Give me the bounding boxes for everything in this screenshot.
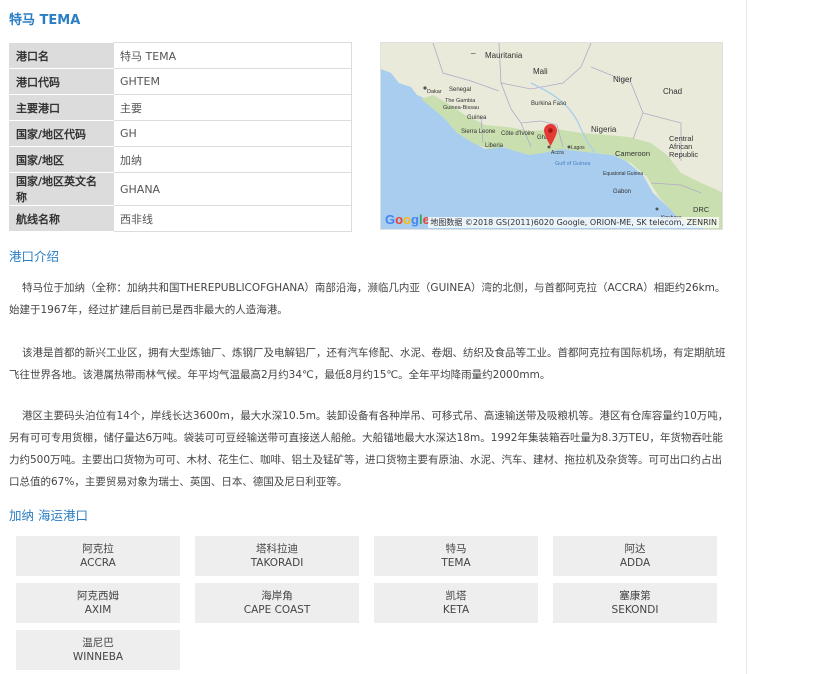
info-key: 国家/地区代码 [9, 120, 114, 147]
info-key: 航线名称 [9, 205, 114, 232]
port-name-cn: 海岸角 [261, 590, 293, 602]
map-label-sierra-leone: Sierra Leone [461, 129, 496, 135]
map-label-gabon: Gabon [613, 189, 632, 195]
info-value: GH [113, 120, 352, 147]
map-label-drc: DRC [693, 205, 710, 214]
map-label-gulf: Gulf of Guinea [555, 161, 591, 167]
map-credit: 地图数据 ©2018 GS(2011)6020 Google, ORION-ME… [428, 217, 719, 228]
map-label-cameroon: Cameroon [615, 149, 651, 158]
port-name-en: AXIM [84, 604, 112, 616]
map-label-car: Central African Republic [669, 134, 699, 159]
info-row: 国家/地区代码 GH [9, 120, 352, 147]
port-name-cn: 阿克西姆 [77, 590, 119, 602]
info-key: 国家/地区英文名称 [9, 172, 114, 206]
port-name-en: ACCRA [80, 557, 116, 569]
info-value: 加纳 [113, 146, 352, 173]
info-row: 港口代码 GHTEM [9, 68, 352, 95]
info-value: GHTEM [113, 68, 352, 95]
port-name-en: ADDA [619, 557, 651, 569]
port-name-en: KETA [442, 604, 470, 616]
port-name-cn: 塔科拉迪 [256, 543, 298, 555]
map-label-gambia: The Gambia [445, 98, 476, 104]
intro-section-title: 港口介绍 [9, 249, 60, 264]
google-logo-letter: o [403, 212, 412, 227]
ports-section-title: 加纳 海运港口 [9, 508, 88, 523]
port-name-en: TEMA [441, 557, 471, 569]
port-card[interactable]: 阿达 ADDA [553, 536, 717, 576]
port-card[interactable]: 阿克西姆 AXIM [16, 583, 180, 623]
map-label-mali: Mali [533, 67, 548, 76]
port-name-en: SEKONDI [611, 604, 659, 616]
map-label-dakar: Dakar [427, 89, 442, 95]
info-key: 港口名 [9, 42, 114, 69]
map-label-guinea: Guinea [467, 115, 487, 121]
map-label-lagos: Lagos [571, 145, 585, 151]
map-label-liberia: Liberia [485, 143, 504, 149]
port-card[interactable]: 特马 TEMA [374, 536, 538, 576]
info-value: 主要 [113, 94, 352, 121]
port-name-cn: 特马 [445, 543, 467, 555]
map-label-burkina: Burkina Faso [531, 101, 567, 107]
port-card[interactable]: 凯塔 KETA [374, 583, 538, 623]
port-name-cn: 温尼巴 [82, 637, 114, 649]
map-label-eq-guinea: Equatorial Guinea [603, 171, 644, 177]
info-key: 主要港口 [9, 94, 114, 121]
info-row: 国家/地区英文名称 GHANA [9, 172, 352, 206]
port-name-cn: 阿达 [624, 543, 646, 555]
svg-text:_: _ [470, 45, 476, 54]
info-row: 国家/地区 加纳 [9, 146, 352, 173]
port-name-en: WINNEBA [72, 651, 124, 663]
port-info-table: 港口名 特马 TEMA 港口代码 GHTEM 主要港口 主要 国家/地区代码 GH 国家/地区加… [9, 42, 352, 232]
intro-paragraph-1: 特马位于加纳（全称：加纳共和国THEREPUBLICOFGHANA）南部沿海，濒… [9, 282, 726, 316]
info-key: 港口代码 [9, 68, 114, 95]
map-label-niger: Niger [613, 75, 633, 84]
info-row: 港口名 特马 TEMA [9, 42, 352, 69]
info-row: 主要港口 主要 [9, 94, 352, 121]
port-name-cn: 塞康第 [619, 590, 651, 602]
port-card[interactable]: 塔科拉迪 TAKORADI [195, 536, 359, 576]
intro-paragraph-3: 港区主要码头泊位有14个，岸线长达3600m，最大水深10.5m。装卸设备有各种… [9, 410, 729, 488]
page-title: 特马 TEMA [9, 13, 81, 28]
info-value: 西非线 [113, 205, 352, 232]
google-logo-letter: G [385, 212, 396, 227]
port-name-en: TAKORADI [250, 557, 304, 569]
port-map[interactable]: _ Mauritania Mali Niger Chad Senegal Dakar The… [380, 42, 723, 230]
google-logo-letter: g [411, 212, 419, 227]
info-row: 航线名称 西非线 [9, 205, 352, 232]
info-value: 特马 TEMA [113, 42, 352, 69]
map-label-nigeria: Nigeria [591, 125, 617, 134]
port-name-en: CAPE COAST [243, 604, 311, 616]
port-name-cn: 凯塔 [445, 590, 467, 602]
port-card[interactable]: 海岸角 CAPE COAST [195, 583, 359, 623]
port-card[interactable]: 塞康第 SEKONDI [553, 583, 717, 623]
map-label-mauritania: Mauritania [485, 51, 523, 60]
port-name-cn: 阿克拉 [82, 543, 114, 555]
port-card[interactable]: 阿克拉 ACCRA [16, 536, 180, 576]
intro-paragraph-2: 该港是首都的新兴工业区，拥有大型炼铀厂、炼钢厂及电解铝厂，还有汽车修配、水泥、卷… [9, 347, 726, 381]
right-divider [746, 0, 747, 674]
map-label-cote-divoire: Côte d'Ivoire [501, 131, 535, 137]
info-key: 国家/地区 [9, 146, 114, 173]
google-logo-letter: o [395, 212, 404, 227]
map-label-guinea-bissau: Guinea-Bissau [443, 105, 480, 111]
location-pin-icon[interactable] [544, 124, 557, 146]
google-logo: Google [385, 212, 430, 227]
map-label-accra: Accra [551, 150, 564, 156]
map-label-chad: Chad [663, 87, 683, 96]
map-label-senegal: Senegal [449, 87, 472, 93]
info-value: GHANA [113, 172, 352, 206]
port-card[interactable]: 温尼巴 WINNEBA [16, 630, 180, 670]
